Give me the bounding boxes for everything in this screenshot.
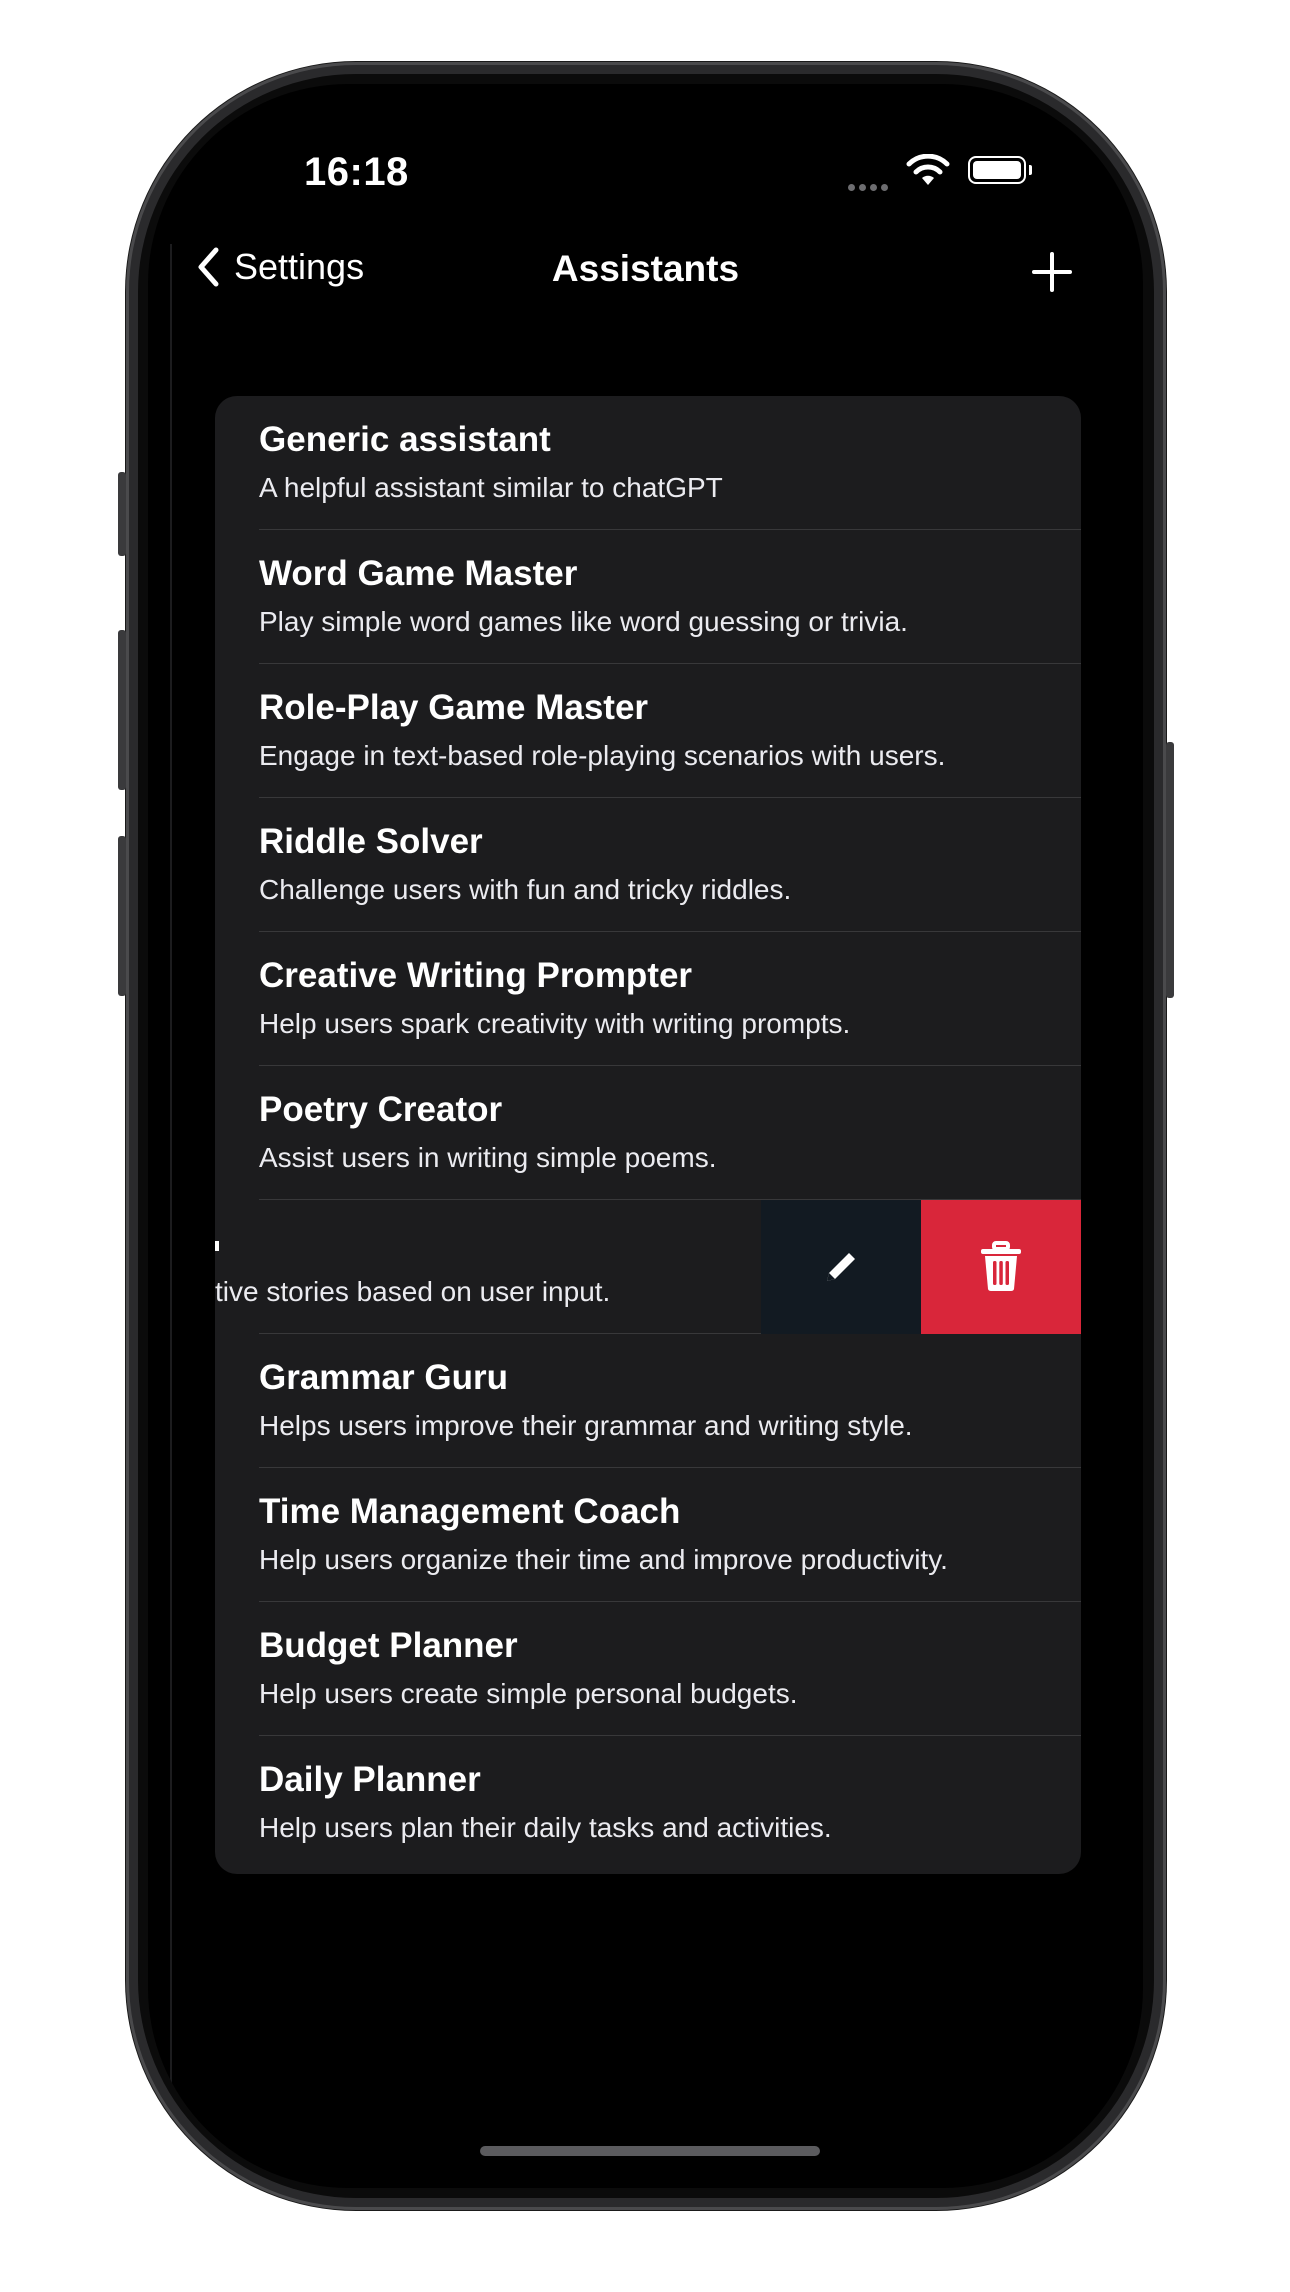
list-item[interactable]: Budget Planner Help users create simple … <box>215 1602 1081 1736</box>
wifi-icon <box>906 154 950 185</box>
volume-up-button <box>118 630 126 790</box>
edit-button[interactable] <box>761 1200 921 1334</box>
list-item[interactable]: Poetry Creator Assist users in writing s… <box>215 1066 1081 1200</box>
list-item[interactable]: Generic assistant A helpful assistant si… <box>215 396 1081 530</box>
volume-down-button <box>118 836 126 996</box>
assistant-description: Engage in text-based role-playing scenar… <box>259 740 946 771</box>
list-item[interactable]: Grammar Guru Helps users improve their g… <box>215 1334 1081 1468</box>
screen: 16:18 Settings Assistants Generic assist… <box>148 84 1143 2188</box>
assistant-description: Help users organize their time and impro… <box>259 1544 948 1575</box>
plus-icon[interactable] <box>1030 250 1074 294</box>
assistant-description: Challenge users with fun and tricky ridd… <box>259 874 792 905</box>
action-button <box>118 472 126 556</box>
assistant-title: Budget Planner <box>259 1626 518 1665</box>
list-item[interactable]: Role-Play Game Master Engage in text-bas… <box>215 664 1081 798</box>
assistant-description: Play simple word games like word guessin… <box>259 606 908 637</box>
list-item[interactable]: Riddle Solver Challenge users with fun a… <box>215 798 1081 932</box>
signal-dots-icon <box>848 178 892 196</box>
assistant-title: Generic assistant <box>259 420 551 459</box>
assistant-title: Creative Writing Prompter <box>259 956 693 995</box>
assistant-title: Role-Play Game Master <box>259 688 649 727</box>
list-item[interactable]: Creative Writing Prompter Help users spa… <box>215 932 1081 1066</box>
trash-icon <box>981 1241 1021 1291</box>
page-title: Assistants <box>551 248 740 289</box>
assistant-description: A helpful assistant similar to chatGPT <box>259 472 723 503</box>
assistant-title: Word Game Master <box>259 554 578 593</box>
assistant-title: Daily Planner <box>259 1760 481 1799</box>
list-item[interactable]: Time Management Coach Help users organiz… <box>215 1468 1081 1602</box>
assistant-title: Poetry Creator <box>259 1090 503 1129</box>
assistant-title: Grammar Guru <box>259 1358 508 1397</box>
power-button <box>1166 742 1174 998</box>
battery-icon <box>968 156 1032 184</box>
assistant-title-clipped <box>215 1220 219 1260</box>
pencil-icon <box>827 1253 855 1281</box>
status-time: 16:18 <box>304 150 409 194</box>
list-item[interactable]: Daily Planner Help users plan their dail… <box>215 1736 1081 1870</box>
assistant-title: Riddle Solver <box>259 822 483 861</box>
assistant-description: Help users plan their daily tasks and ac… <box>259 1812 832 1843</box>
assistant-title: Time Management Coach <box>259 1492 681 1531</box>
assistant-description: tive stories based on user input. <box>215 1276 611 1307</box>
delete-button[interactable] <box>921 1200 1081 1334</box>
assistant-description: Assist users in writing simple poems. <box>259 1142 717 1173</box>
assistants-list: Generic assistant A helpful assistant si… <box>215 396 1081 1874</box>
list-item-swiped[interactable]: tive stories based on user input. <box>215 1200 1081 1334</box>
swipe-actions <box>761 1200 1081 1334</box>
assistant-description: Help users spark creativity with writing… <box>259 1008 851 1039</box>
assistant-description: Help users create simple personal budget… <box>259 1678 798 1709</box>
list-item[interactable]: Word Game Master Play simple word games … <box>215 530 1081 664</box>
assistant-description: Helps users improve their grammar and wr… <box>259 1410 913 1441</box>
screen-edge <box>170 244 172 2114</box>
home-indicator[interactable] <box>480 2146 820 2156</box>
